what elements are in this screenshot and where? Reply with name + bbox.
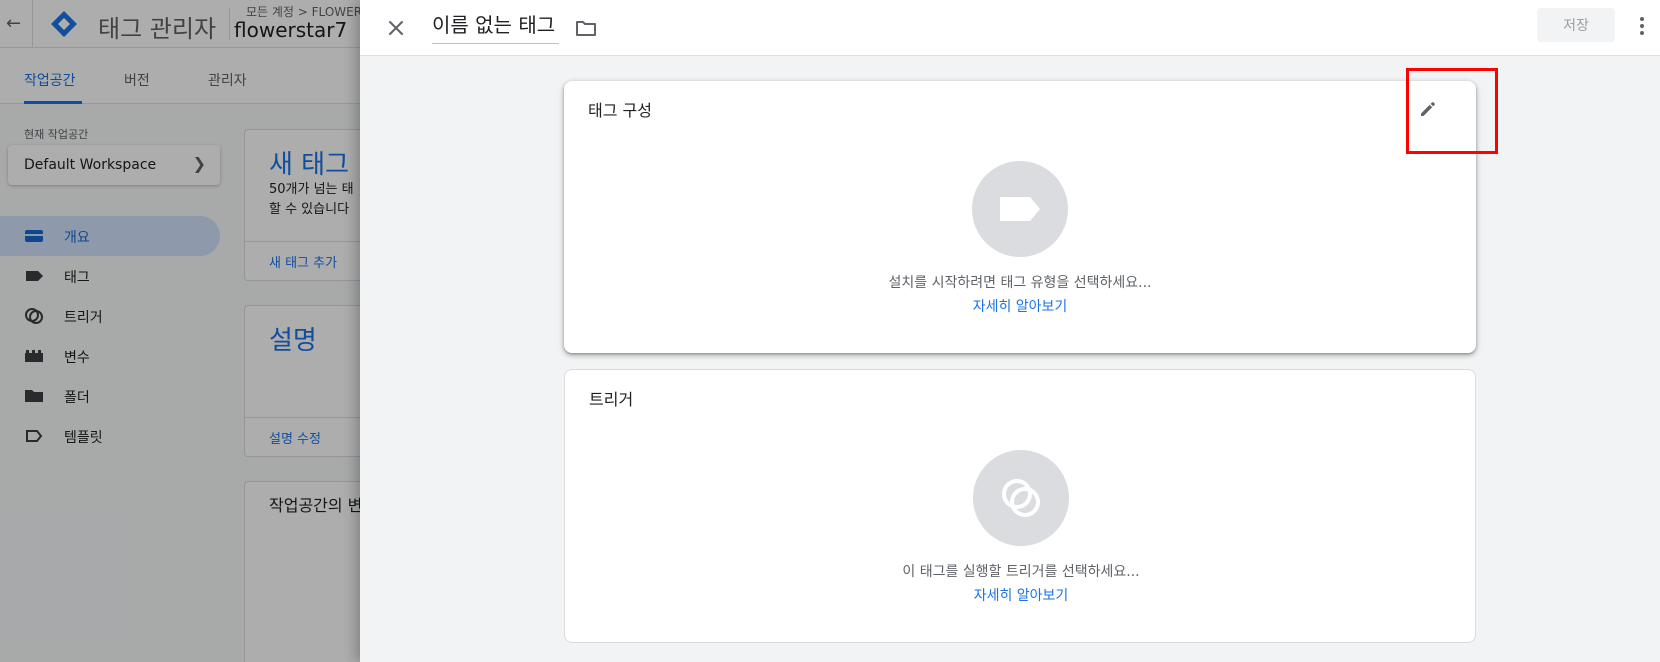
triggering-learn-more-link[interactable]: 자세히 알아보기 [565, 585, 1477, 605]
tag-shape-icon [1000, 197, 1040, 221]
pencil-icon [1421, 102, 1435, 116]
trigger-placeholder[interactable] [973, 450, 1069, 546]
more-options-button[interactable] [1630, 12, 1654, 40]
tag-editor-panel: 이름 없는 태그 저장 태그 구성 설치를 시작하려면 태그 유형을 선택하세요… [360, 0, 1660, 662]
tag-configuration-card[interactable]: 태그 구성 설치를 시작하려면 태그 유형을 선택하세요... 자세히 알아보기 [564, 81, 1476, 353]
close-icon [389, 21, 403, 35]
folder-outline-icon [576, 21, 596, 36]
triggering-hint: 이 태그를 실행할 트리거를 선택하세요... [902, 564, 1140, 580]
folder-button[interactable] [572, 14, 600, 42]
panel-header: 이름 없는 태그 저장 [360, 0, 1660, 56]
tag-configuration-title: 태그 구성 [588, 101, 652, 120]
modal-scrim[interactable] [0, 0, 360, 662]
tag-configuration-hint: 설치를 시작하려면 태그 유형을 선택하세요... [888, 275, 1152, 291]
triggering-title: 트리거 [589, 390, 634, 409]
tag-name-field[interactable]: 이름 없는 태그 [432, 10, 560, 44]
edit-tag-configuration-button[interactable] [1412, 93, 1444, 125]
save-button[interactable]: 저장 [1537, 8, 1615, 42]
more-vert-icon [1640, 17, 1644, 35]
close-button[interactable] [382, 14, 410, 42]
trigger-circles-icon [1002, 479, 1040, 517]
tag-type-placeholder[interactable] [972, 161, 1068, 257]
triggering-card[interactable]: 트리거 이 태그를 실행할 트리거를 선택하세요... 자세히 알아보기 [564, 369, 1476, 643]
tag-configuration-learn-more-link[interactable]: 자세히 알아보기 [564, 296, 1476, 316]
